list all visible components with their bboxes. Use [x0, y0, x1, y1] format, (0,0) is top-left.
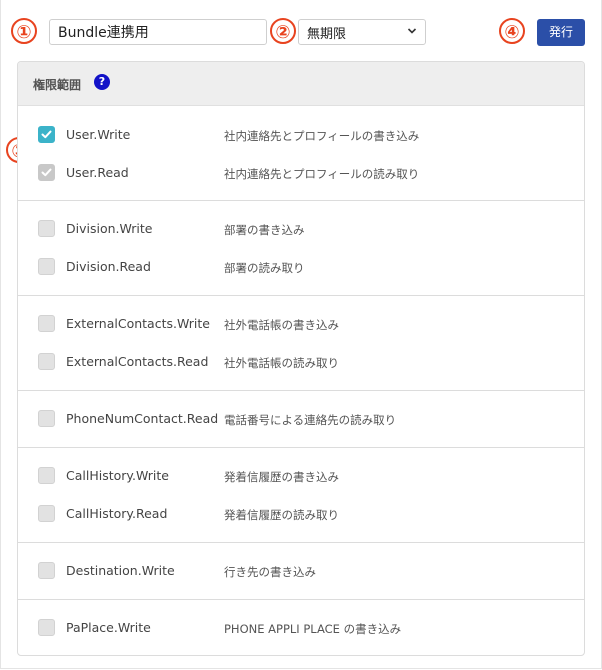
check-icon [41, 130, 52, 139]
scope-description: 発着信履歴の書き込み [224, 470, 339, 484]
scope-checkbox[interactable] [38, 562, 55, 579]
scope-item: User.Read 社内連絡先とプロフィールの読み取り [18, 154, 584, 192]
scope-item: Division.Write 部署の書き込み [18, 210, 584, 248]
help-icon[interactable]: ? [94, 74, 110, 90]
scope-name: ExternalContacts.Write [66, 316, 210, 331]
scope-name: Division.Write [66, 221, 153, 236]
annotation-marker-2: ② [270, 18, 296, 44]
scope-checkbox[interactable] [38, 164, 55, 181]
scope-description: 電話番号による連絡先の読み取り [224, 413, 397, 427]
scope-name: PhoneNumContact.Read [66, 411, 219, 426]
annotation-marker-4: ④ [499, 18, 525, 44]
scope-item: User.Write 社内連絡先とプロフィールの書き込み [18, 116, 584, 154]
scope-checkbox[interactable] [38, 410, 55, 427]
scope-name: PaPlace.Write [66, 620, 151, 635]
scope-item: CallHistory.Read 発着信履歴の読み取り [18, 495, 584, 533]
token-name-input[interactable] [49, 19, 267, 45]
scope-name: Destination.Write [66, 563, 175, 578]
scope-item: Destination.Write 行き先の書き込み [18, 552, 584, 590]
scope-group: Division.Write 部署の書き込み Division.Read 部署の読み取… [18, 201, 584, 296]
scope-description: 社内連絡先とプロフィールの書き込み [224, 129, 420, 143]
scope-name: ExternalContacts.Read [66, 354, 209, 369]
scope-item: CallHistory.Write 発着信履歴の書き込み [18, 457, 584, 495]
scope-description: 部署の読み取り [224, 261, 305, 275]
scope-checkbox[interactable] [38, 353, 55, 370]
scope-description: 行き先の書き込み [224, 565, 316, 579]
scope-name: User.Write [66, 127, 131, 142]
scope-item: ExternalContacts.Read 社外電話帳の読み取り [18, 343, 584, 381]
scope-description: 社内連絡先とプロフィールの読み取り [224, 167, 420, 181]
scope-description: PHONE APPLI PLACE の書き込み [224, 622, 402, 636]
scope-name: User.Read [66, 165, 129, 180]
scope-name: Division.Read [66, 259, 151, 274]
expiry-select[interactable]: 無期限 [298, 19, 426, 45]
scope-description: 部署の書き込み [224, 223, 305, 237]
scope-group: CallHistory.Write 発着信履歴の書き込み CallHistory.R… [18, 448, 584, 543]
scope-description: 発着信履歴の読み取り [224, 508, 339, 522]
scope-name: CallHistory.Read [66, 506, 168, 521]
scope-name: CallHistory.Write [66, 468, 169, 483]
scope-group: User.Write 社内連絡先とプロフィールの書き込み User.Read 社内連絡… [18, 106, 584, 201]
issue-button[interactable]: 発行 [537, 19, 585, 46]
annotation-marker-1: ① [11, 18, 37, 44]
scope-panel-title: 権限範囲 [33, 78, 82, 92]
scope-checkbox[interactable] [38, 619, 55, 636]
check-icon [41, 168, 52, 177]
scope-checkbox[interactable] [38, 315, 55, 332]
scope-item: PaPlace.Write PHONE APPLI PLACE の書き込み [18, 609, 584, 647]
scope-group: Destination.Write 行き先の書き込み [18, 543, 584, 600]
scope-checkbox[interactable] [38, 258, 55, 275]
scope-description: 社外電話帳の書き込み [224, 318, 339, 332]
scope-checkbox[interactable] [38, 467, 55, 484]
scope-item: PhoneNumContact.Read 電話番号による連絡先の読み取り [18, 400, 584, 438]
scope-checkbox[interactable] [38, 220, 55, 237]
toolbar: ① ② 無期限 ④ 発行 [0, 0, 602, 60]
scope-group: ExternalContacts.Write 社外電話帳の書き込み External… [18, 296, 584, 391]
scope-checkbox[interactable] [38, 126, 55, 143]
scope-list: User.Write 社内連絡先とプロフィールの書き込み User.Read 社内連絡… [18, 106, 584, 655]
scope-checkbox[interactable] [38, 505, 55, 522]
scope-item: ExternalContacts.Write 社外電話帳の書き込み [18, 305, 584, 343]
expiry-select-value: 無期限 [307, 27, 347, 42]
scope-group: PaPlace.Write PHONE APPLI PLACE の書き込み [18, 600, 584, 655]
scope-item: Division.Read 部署の読み取り [18, 248, 584, 286]
scope-group: PhoneNumContact.Read 電話番号による連絡先の読み取り [18, 391, 584, 448]
scope-panel: 権限範囲 ? User.Write 社内連絡先とプロフィールの書き込み User.R… [17, 61, 585, 656]
chevron-down-icon [407, 24, 417, 41]
scope-panel-header: 権限範囲 ? [18, 62, 584, 106]
scope-description: 社外電話帳の読み取り [224, 356, 339, 370]
